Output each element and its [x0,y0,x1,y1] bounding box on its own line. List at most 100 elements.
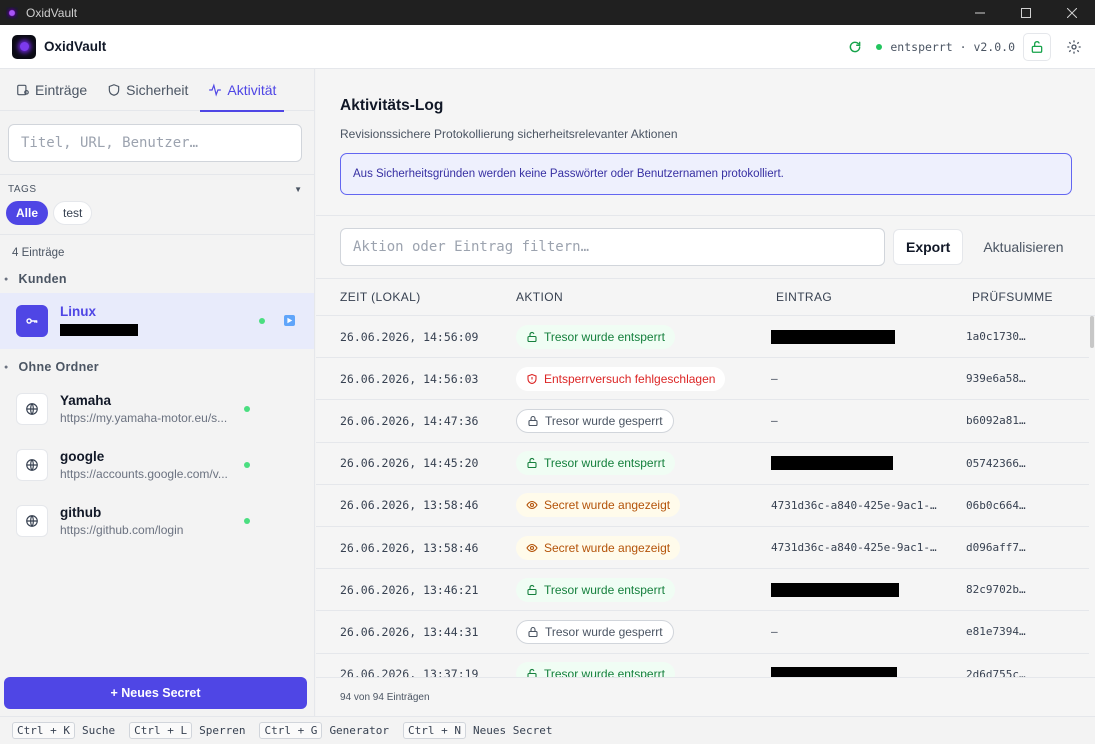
log-time: 26.06.2026, 14:45:20 [340,456,479,471]
tag-chips: Alle test [0,195,314,225]
column-header-entry[interactable]: EINTRAG [776,290,832,304]
maximize-icon [1021,7,1031,18]
list-item[interactable]: Linux [0,293,314,349]
entry-text: – [771,625,778,639]
table-row[interactable]: 26.06.2026, 14:47:36 Tresor wurde gesperr… [316,400,1089,443]
play-icon[interactable] [284,315,295,326]
table-row[interactable]: 26.06.2026, 13:58:46 Secret wurde angezei… [316,485,1089,527]
refresh-icon[interactable] [848,40,862,54]
close-icon [1067,7,1077,18]
log-time: 26.06.2026, 13:44:31 [340,624,479,639]
log-entry: – [771,625,949,638]
log-entry [771,329,949,344]
status-dot [259,318,265,324]
filter-input[interactable]: Aktion oder Eintrag filtern… [340,228,885,266]
app-logo-icon [6,6,18,19]
table-row[interactable]: 26.06.2026, 14:56:09 Tresor wurde entsper… [316,316,1089,359]
gear-icon [1067,40,1081,54]
tab-entries[interactable]: Einträge [8,69,95,111]
action-badge: Tresor wurde entsperrt [516,324,675,349]
minimize-icon [975,12,985,13]
folder-ohne-ordner[interactable]: ● Ohne Ordner [0,360,314,374]
log-time: 26.06.2026, 13:37:19 [340,667,479,677]
settings-button[interactable] [1065,38,1083,56]
tags-label: TAGS [8,184,37,195]
chevron-down-icon: ▼ [294,185,302,194]
window-titlebar: OxidVault [0,0,1095,25]
table-row[interactable]: 26.06.2026, 14:56:03 Entsperrversuch fehl… [316,358,1089,401]
log-scrollbar[interactable] [1089,316,1095,677]
table-row[interactable]: 26.06.2026, 13:44:31 Tresor wurde gesperr… [316,611,1089,654]
log-checksum: 82c9702b… [966,583,1026,597]
log-checksum: 939e6a58… [966,372,1026,386]
table-row[interactable]: 26.06.2026, 13:58:46 Secret wurde angezei… [316,527,1089,570]
action-label: Tresor wurde entsperrt [544,582,665,597]
table-row[interactable]: 26.06.2026, 13:46:21 Tresor wurde entsper… [316,569,1089,612]
action-label: Secret wurde angezeigt [544,540,671,555]
shortcut-label: Suche [81,724,116,737]
status-dot [244,462,250,468]
lock-vault-button[interactable] [1023,33,1051,61]
maximize-button[interactable] [1003,0,1049,25]
tag-chip-test[interactable]: test [53,201,93,225]
status-dot [876,44,883,50]
entry-name: Linux [60,303,96,319]
scrollbar-thumb[interactable] [1090,316,1094,348]
lock-open-icon [1031,41,1043,53]
sidebar-search-input[interactable]: Titel, URL, Benutzer… [8,124,302,162]
column-header-checksum[interactable]: PRÜFSUMME [972,290,1053,304]
action-badge: Tresor wurde entsperrt [516,577,675,602]
action-badge: Tresor wurde gesperrt [516,619,674,644]
eye-icon [526,543,538,552]
entry-name: github [60,505,102,520]
tag-chip-all[interactable]: Alle [6,201,49,225]
list-item[interactable]: github https://github.com/login [0,493,314,549]
redacted-entry [771,582,899,597]
lock-open-icon [527,669,537,677]
close-button[interactable] [1049,0,1095,25]
brand-logo-icon [12,34,36,59]
table-row[interactable]: 26.06.2026, 14:45:20 Tresor wurde entsper… [316,443,1089,485]
tags-header[interactable]: TAGS ▼ [0,174,314,195]
action-label: Tresor wurde gesperrt [545,413,663,428]
log-checksum: 1a0c1730… [966,330,1026,344]
column-header-time[interactable]: ZEIT (LOKAL) [340,290,421,304]
folder-bullet-icon: ● [4,275,9,283]
page-subtitle: Revisionssichere Protokollierung sicherh… [340,127,678,141]
tab-activity[interactable]: Aktivität [200,69,285,112]
lock-open-icon [527,458,537,469]
table-row[interactable]: 26.06.2026, 13:37:19 Tresor wurde entsper… [316,654,1089,677]
log-checksum: 2d6d755c… [966,667,1026,677]
folder-name: Ohne Ordner [18,360,99,374]
tab-security[interactable]: Sicherheit [99,69,196,111]
export-button[interactable]: Export [893,229,964,265]
activity-icon [209,82,222,97]
action-label: Entsperrversuch fehlgeschlagen [544,371,716,386]
activity-log-panel: Aktivitäts-Log Revisionssichere Protokol… [316,69,1095,716]
refresh-button[interactable]: Aktualisieren [983,239,1063,255]
filter-bar: Aktion oder Eintrag filtern… Export Aktu… [316,215,1095,279]
shortcut-label: Sperren [199,724,246,737]
vault-status: entsperrt · v2.0.0 [876,40,1015,54]
entry-count: 4 Einträge [0,234,314,259]
entry-name: Yamaha [60,393,112,408]
shortcut-label: Neues Secret [473,724,553,737]
entry-text: 4731d36c-a840-425e-9ac1-… [771,541,937,555]
shortcut-bar: Ctrl + K Suche Ctrl + L Sperren Ctrl + G Gene… [0,716,1095,744]
log-entry: – [771,414,949,427]
column-header-action[interactable]: AKTION [516,290,563,304]
folder-name: Kunden [18,272,67,286]
minimize-button[interactable] [957,0,1003,25]
lock-icon [528,415,538,427]
shortcut-key: Ctrl + N [403,722,467,739]
log-time: 26.06.2026, 14:56:09 [340,329,479,344]
new-secret-button[interactable]: + Neues Secret [4,677,307,709]
shortcut-key: Ctrl + L [129,722,193,739]
list-item[interactable]: google https://accounts.google.com/v... [0,437,314,493]
action-label: Tresor wurde entsperrt [544,456,665,471]
eye-icon [526,501,538,510]
list-item[interactable]: Yamaha https://my.yamaha-motor.eu/s... [0,381,314,437]
folder-kunden[interactable]: ● Kunden [0,272,314,286]
table-header: ZEIT (LOKAL) AKTION EINTRAG PRÜFSUMME [316,279,1095,316]
entry-name: google [60,449,105,464]
